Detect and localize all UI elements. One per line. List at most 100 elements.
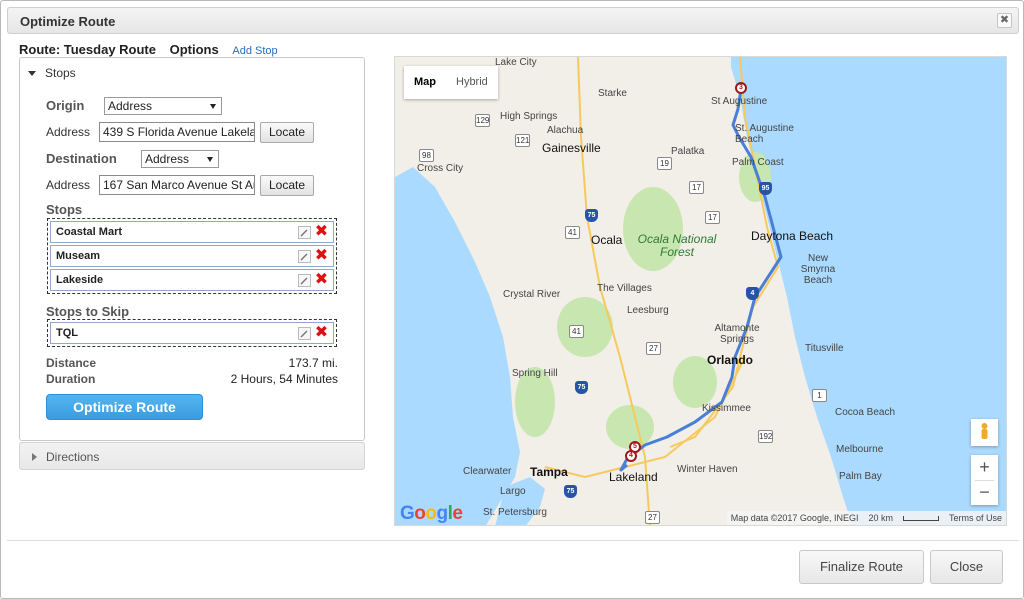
delete-icon[interactable]: ✖ <box>314 272 329 288</box>
map-label: Starke <box>598 88 627 99</box>
zoom-in-button[interactable]: + <box>971 455 998 480</box>
road-shield: 27 <box>645 511 660 524</box>
origin-type-select[interactable]: Address <box>104 97 222 115</box>
map-label: Kissimmee <box>702 403 751 414</box>
dialog-titlebar: Optimize Route ✖ <box>7 7 1019 34</box>
optimize-route-button[interactable]: Optimize Route <box>46 394 203 420</box>
route-header: Route: Tuesday Route Options Add Stop <box>19 42 278 57</box>
stop-marker[interactable]: 3 <box>735 82 747 94</box>
chevron-down-icon <box>207 157 213 162</box>
optimize-route-dialog: Optimize Route ✖ Route: Tuesday Route Op… <box>0 0 1024 599</box>
edit-icon[interactable] <box>298 226 311 239</box>
map-scale: 20 km <box>868 513 893 523</box>
zoom-divider <box>975 480 994 481</box>
duration-value: 2 Hours, 54 Minutes <box>230 372 338 386</box>
route-map[interactable]: Map Hybrid Lake City Starke St Augustine… <box>394 56 1007 526</box>
map-label: Clearwater <box>463 466 512 477</box>
road-shield: 129 <box>475 114 490 127</box>
road-shield: 41 <box>565 226 580 239</box>
destination-address-input[interactable]: 167 San Marco Avenue St Augustine <box>99 175 255 195</box>
stop-marker[interactable]: 4 <box>625 450 637 462</box>
add-stop-link[interactable]: Add Stop <box>232 45 277 57</box>
destination-label: Destination <box>46 151 117 166</box>
road-shield: 1 <box>812 389 827 402</box>
delete-icon[interactable]: ✖ <box>314 325 329 341</box>
origin-label: Origin <box>46 98 85 113</box>
stop-name: Lakeside <box>56 274 104 286</box>
stops-panel-heading: Stops <box>45 66 76 80</box>
map-label: Winter Haven <box>677 464 738 475</box>
road-shield: 27 <box>646 342 661 355</box>
map-label: Ocala <box>591 233 623 247</box>
map-label: Spring Hill <box>512 368 558 379</box>
edit-icon[interactable] <box>298 250 311 263</box>
map-label: Lakeland <box>609 470 658 484</box>
delete-icon[interactable]: ✖ <box>314 248 329 264</box>
origin-address-input[interactable]: 439 S Florida Avenue Lakeland FL <box>99 122 255 142</box>
map-label: St. Augustine Beach <box>735 123 794 145</box>
close-icon[interactable]: ✖ <box>997 13 1012 28</box>
road-shield: 19 <box>657 157 672 170</box>
map-type-control: Map Hybrid <box>404 66 498 99</box>
dialog-title: Optimize Route <box>20 14 116 29</box>
road-shield: 41 <box>569 325 584 338</box>
list-item[interactable]: TQL ✖ <box>50 322 334 344</box>
origin-type-value: Address <box>108 99 153 113</box>
road-shield: 98 <box>419 149 434 162</box>
map-data-credit: Map data ©2017 Google, INEGI <box>730 513 859 523</box>
map-base <box>395 57 853 525</box>
options-link[interactable]: Options <box>170 42 219 57</box>
edit-icon[interactable] <box>298 274 311 287</box>
distance-label: Distance <box>46 356 97 370</box>
finalize-route-button[interactable]: Finalize Route <box>799 550 924 584</box>
map-label: Leesburg <box>627 305 669 316</box>
map-type-hybrid-button[interactable]: Hybrid <box>446 66 498 99</box>
list-item[interactable]: Coastal Mart ✖ <box>50 221 334 243</box>
destination-address-label: Address <box>46 178 91 192</box>
list-item[interactable]: Museam ✖ <box>50 245 334 267</box>
street-view-pegman-icon[interactable] <box>971 419 998 446</box>
google-logo: Google <box>400 503 463 524</box>
zoom-control: + − <box>971 455 998 505</box>
origin-address-label: Address <box>46 125 91 139</box>
zoom-out-button[interactable]: − <box>971 480 998 505</box>
destination-locate-button[interactable]: Locate <box>260 175 314 196</box>
map-label: Palm Coast <box>732 157 784 168</box>
stops-panel: Stops Origin Address Address 439 S Flori… <box>19 57 365 441</box>
map-label: Orlando <box>707 353 754 367</box>
map-attribution: Map data ©2017 Google, INEGI 20 km Terms… <box>726 511 1006 525</box>
destination-type-select[interactable]: Address <box>141 150 219 168</box>
map-label: Palm Bay <box>839 471 882 482</box>
caret-down-icon <box>28 71 36 77</box>
distance-value: 173.7 mi. <box>288 356 338 370</box>
footer-divider <box>7 540 1019 541</box>
close-button[interactable]: Close <box>930 550 1003 584</box>
map-label: Alachua <box>547 125 584 136</box>
terms-of-use-link[interactable]: Terms of Use <box>949 513 1002 523</box>
skip-heading: Stops to Skip <box>46 304 130 319</box>
road-shield: 17 <box>689 181 704 194</box>
route-name: Route: Tuesday Route <box>19 42 156 57</box>
interstate-shield: 95 <box>759 182 772 195</box>
map-label: Largo <box>500 486 526 497</box>
map-label: Crystal River <box>503 289 561 300</box>
interstate-shield: 75 <box>585 209 598 222</box>
list-item[interactable]: Lakeside ✖ <box>50 269 334 291</box>
map-label: St. Petersburg <box>483 507 547 518</box>
map-label: Tampa <box>530 465 568 479</box>
road-shield: 17 <box>705 211 720 224</box>
origin-locate-button[interactable]: Locate <box>260 122 314 143</box>
road-shield: 192 <box>758 430 773 443</box>
map-label: St Augustine <box>711 96 768 107</box>
edit-icon[interactable] <box>298 327 311 340</box>
map-type-map-button[interactable]: Map <box>404 66 446 99</box>
delete-icon[interactable]: ✖ <box>314 224 329 240</box>
map-label: Cocoa Beach <box>835 407 896 418</box>
stops-list: Coastal Mart ✖ Museam ✖ Lakeside ✖ <box>47 218 337 294</box>
stops-panel-toggle[interactable]: Stops <box>28 66 76 80</box>
map-label: Lake City <box>495 57 537 68</box>
map-label: High Springs <box>500 111 558 122</box>
map-label: Cross City <box>417 163 464 174</box>
destination-type-value: Address <box>145 152 190 166</box>
directions-panel-toggle[interactable]: Directions <box>19 442 365 470</box>
